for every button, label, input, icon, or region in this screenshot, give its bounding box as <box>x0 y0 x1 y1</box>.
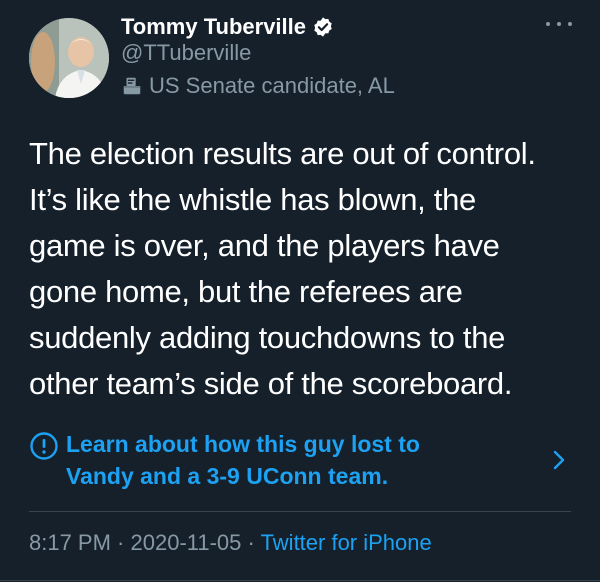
info-notice-text[interactable]: Learn about how this guy lost to Vandy a… <box>66 428 420 492</box>
tweet-text-line: suddenly adding touchdowns to the <box>29 320 506 355</box>
tweet-text-line: gone home, but the referees are <box>29 274 463 309</box>
tweet-time: 8:17 PM <box>29 530 111 555</box>
tweet-text-line: other team’s side of the scoreboard. <box>29 366 513 401</box>
avatar[interactable] <box>29 18 109 98</box>
info-notice-line[interactable]: Learn about how this guy lost to <box>66 428 420 460</box>
chevron-right-icon[interactable] <box>551 448 567 472</box>
more-dot <box>546 22 550 26</box>
meta-separator: · <box>241 530 261 555</box>
info-circle-icon <box>29 431 59 461</box>
info-notice-line[interactable]: Vandy and a 3-9 UConn team. <box>66 460 420 492</box>
account-label-text: US Senate candidate, AL <box>149 73 395 98</box>
tweet-date: 2020-11-05 <box>130 530 242 555</box>
tweet-text-line: game is over, and the players have <box>29 228 500 263</box>
tweet-text: The election results are out of control.… <box>29 131 589 407</box>
account-label: US Senate candidate, AL <box>121 73 395 99</box>
tweet-card[interactable]: Tommy Tuberville @TTuberville US Senate … <box>0 0 600 582</box>
more-dot <box>568 22 572 26</box>
tweet-text-line: The election results are out of control. <box>29 136 536 171</box>
display-name-row[interactable]: Tommy Tuberville <box>121 11 334 43</box>
more-options-icon[interactable] <box>546 18 572 30</box>
divider <box>29 511 571 512</box>
ballot-box-icon <box>121 75 143 97</box>
info-notice-link[interactable]: Learn about how this guy lost to Vandy a… <box>29 428 579 498</box>
bottom-divider <box>0 580 600 581</box>
verified-badge-icon <box>312 16 334 38</box>
user-handle[interactable]: @TTuberville <box>121 40 251 66</box>
tweet-text-line: It’s like the whistle has blown, the <box>29 182 476 217</box>
display-name[interactable]: Tommy Tuberville <box>121 14 306 40</box>
meta-separator: · <box>110 530 131 555</box>
tweet-meta: 8:17 PM · 2020-11-05 · Twitter for iPhon… <box>29 530 432 556</box>
more-dot <box>557 22 561 26</box>
tweet-source-link[interactable]: Twitter for iPhone <box>261 530 432 555</box>
